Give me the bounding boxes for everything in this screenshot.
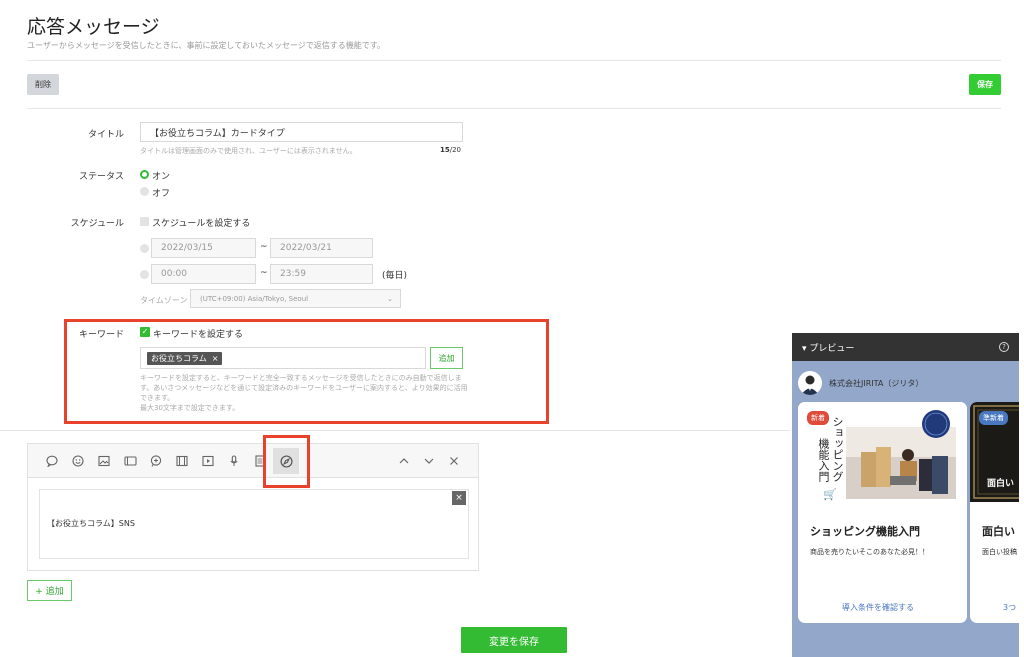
title-hint: タイトルは管理画面のみで使用され、ユーザーには表示されません。 xyxy=(140,147,357,155)
start-date-input[interactable]: 2022/03/15 xyxy=(151,238,256,258)
keyword-tag: お役立ちコラム × xyxy=(147,351,223,365)
range-separator: ~ xyxy=(260,268,268,278)
cart-icon: 🛒 xyxy=(823,488,837,501)
keyword-checkbox[interactable]: ✓ xyxy=(140,327,150,337)
card-link[interactable]: 3つ xyxy=(1003,602,1016,613)
microphone-icon[interactable] xyxy=(225,452,243,470)
status-on-label: オン xyxy=(152,172,171,182)
keyword-checkbox-label: キーワードを設定する xyxy=(153,330,244,340)
page-description: ユーザーからメッセージを受信したときに、事前に設定しておいたメッセージで返信する… xyxy=(27,41,385,50)
keyword-tag-label: お役立ちコラム xyxy=(151,353,207,363)
title-char-counter: 15/20 xyxy=(440,146,461,154)
badge: 準新着 xyxy=(979,411,1008,425)
status-on-radio[interactable] xyxy=(140,170,149,179)
keyword-input[interactable]: お役立ちコラム × xyxy=(140,347,426,369)
avatar xyxy=(798,371,822,395)
emoji-icon[interactable] xyxy=(69,452,87,470)
card-icon[interactable] xyxy=(121,452,139,470)
card-title: 面白い xyxy=(982,525,1015,538)
tag-remove-icon[interactable]: × xyxy=(212,354,219,363)
title-label: タイトル xyxy=(87,130,124,140)
save-changes-button[interactable]: 変更を保存 xyxy=(461,627,567,653)
start-time-input[interactable]: 00:00 xyxy=(151,264,256,284)
rich-message-icon[interactable] xyxy=(147,452,165,470)
date-range-radio[interactable] xyxy=(140,244,149,253)
title-char-max: /20 xyxy=(449,146,462,154)
keyword-label: キーワード xyxy=(78,330,124,340)
keyword-help: キーワードを設定すると、キーワードと完全一致するメッセージを受信したときにのみ自… xyxy=(140,373,468,413)
preview-header-label: ▾ プレビュー xyxy=(802,343,855,354)
preview-card[interactable]: 新着 ショッピング 機能入門 🛒 ショッピング機能入門 商品を売りたいそこのあな… xyxy=(798,402,967,623)
chat-bubble-icon[interactable] xyxy=(43,452,61,470)
timezone-label: タイムゾーン : xyxy=(140,296,193,305)
divider xyxy=(0,430,790,431)
title-char-count: 15 xyxy=(440,146,450,154)
play-icon[interactable] xyxy=(199,452,217,470)
delete-button[interactable]: 削除 xyxy=(27,74,59,95)
account-name: 株式会社JIRITA（ジリタ） xyxy=(829,379,924,388)
message-text: 【お役立ちコラム】SNS xyxy=(47,519,135,528)
message-editor: × 【お役立ちコラム】SNS xyxy=(27,443,479,571)
chevron-down-icon[interactable] xyxy=(420,452,438,470)
schedule-label: スケジュール xyxy=(70,219,124,229)
timezone-value: (UTC+09:00) Asia/Tokyo, Seoul xyxy=(200,294,309,303)
card-title: ショッピング機能入門 xyxy=(810,525,920,538)
range-separator: ~ xyxy=(260,242,268,252)
close-icon[interactable] xyxy=(445,452,463,470)
message-toolbar xyxy=(28,444,478,478)
help-icon[interactable]: ? xyxy=(999,342,1009,352)
title-input[interactable]: 【お役立ちコラム】カードタイプ xyxy=(140,122,463,142)
card-description: 面白い投稿 xyxy=(982,548,1017,556)
keyword-help-line: できます。 xyxy=(140,394,175,402)
preview-card[interactable]: 準新着 面白い 面白い 面白い投稿 3つ xyxy=(970,402,1019,623)
card-description: 商品を売りたいそこのあなた必見！！ xyxy=(810,548,929,556)
page-title: 応答メッセージ xyxy=(27,16,160,38)
schedule-checkbox[interactable] xyxy=(140,217,149,226)
keyword-help-line: キーワードを設定すると、キーワードと完全一致するメッセージを受信したときにのみ自… xyxy=(140,374,462,382)
end-date-input[interactable]: 2022/03/21 xyxy=(270,238,373,258)
end-time-input[interactable]: 23:59 xyxy=(270,264,373,284)
new-badge: 新着 xyxy=(807,411,829,425)
tool-highlight-box xyxy=(263,435,310,488)
status-off-label: オフ xyxy=(152,189,171,199)
video-icon[interactable] xyxy=(173,452,191,470)
preview-panel: ▾ プレビュー ? 株式会社JIRITA（ジリタ） 新着 ショッピング 機能入門… xyxy=(792,333,1019,657)
time-range-radio[interactable] xyxy=(140,270,149,279)
keyword-help-line: す。あいさつメッセージなどを通じて設定済みのキーワードをユーザーに案内すると、よ… xyxy=(140,384,468,392)
add-message-button[interactable]: + 追加 xyxy=(27,580,72,601)
keyword-add-button[interactable]: 追加 xyxy=(430,347,463,369)
daily-label: (毎日) xyxy=(382,271,408,281)
card-image-text: 面白い xyxy=(987,479,1015,489)
preview-header[interactable]: ▾ プレビュー ? xyxy=(792,333,1019,361)
divider xyxy=(27,108,1001,109)
status-label: ステータス xyxy=(78,172,124,182)
card-link[interactable]: 導入条件を確認する xyxy=(842,602,914,613)
timezone-select[interactable]: (UTC+09:00) Asia/Tokyo, Seoul ⌄ xyxy=(190,289,401,308)
chevron-down-icon: ⌄ xyxy=(387,294,393,303)
card-image: 準新着 面白い xyxy=(970,402,1019,502)
status-off-radio[interactable] xyxy=(140,187,149,196)
divider xyxy=(27,60,1001,61)
image-icon[interactable] xyxy=(95,452,113,470)
card-image: 新着 ショッピング 機能入門 🛒 xyxy=(798,402,967,502)
save-button[interactable]: 保存 xyxy=(969,74,1001,95)
schedule-checkbox-label: スケジュールを設定する xyxy=(152,219,251,229)
message-card[interactable]: × 【お役立ちコラム】SNS xyxy=(39,489,469,559)
message-close-button[interactable]: × xyxy=(452,491,466,505)
keyword-help-line: 最大30文字まで設定できます。 xyxy=(140,404,240,412)
chevron-up-icon[interactable] xyxy=(395,452,413,470)
